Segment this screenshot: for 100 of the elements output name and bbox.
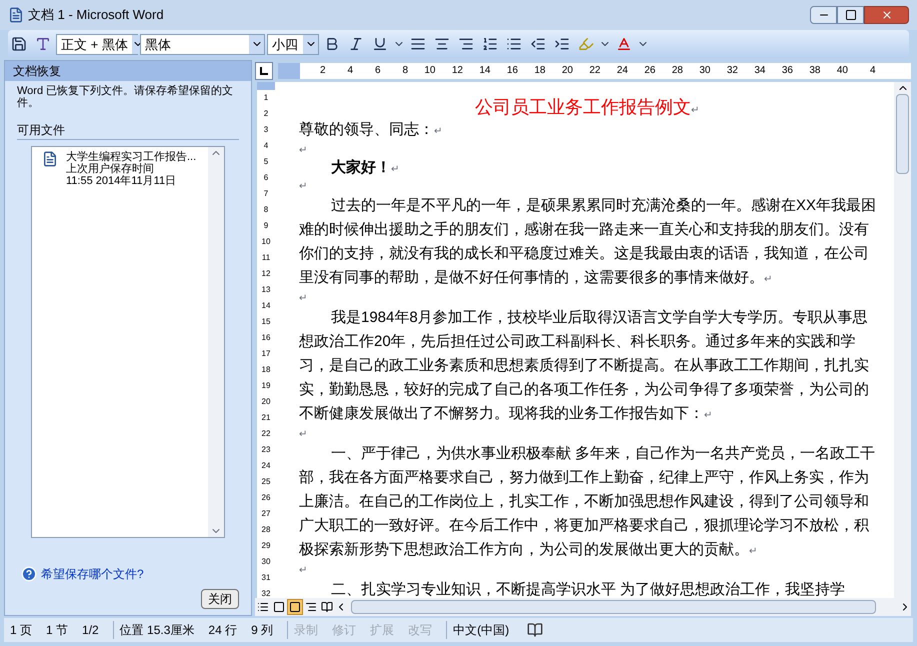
print-view-icon[interactable] — [287, 599, 303, 615]
reading-view-icon[interactable] — [319, 599, 335, 615]
section-heading: 可用文件 — [17, 121, 239, 140]
ruler-number: 11 — [262, 254, 270, 264]
status-field: 修订 — [326, 621, 362, 639]
close-button[interactable] — [864, 6, 909, 24]
vertical-scrollbar[interactable] — [894, 82, 911, 598]
paragraph-mark: ↵ — [299, 145, 307, 156]
ruler-number: 15 — [262, 318, 270, 328]
status-field: 1 节 — [40, 621, 74, 639]
ruler-number: 7 — [264, 190, 268, 200]
style-dropdown[interactable]: 正文 + 黑体 — [56, 34, 138, 54]
status-field: 扩展 — [364, 621, 400, 639]
close-icon — [880, 9, 892, 21]
ruler-number: 23 — [262, 446, 270, 456]
horizontal-scroll-thumb[interactable] — [351, 600, 876, 614]
scroll-thumb[interactable] — [896, 94, 909, 174]
ruler-number: 16 — [506, 66, 519, 76]
ruler-number: 19 — [262, 382, 270, 392]
file-name: 大学生编程实习工作报告... — [66, 151, 196, 163]
status-field: 改写 — [402, 621, 438, 639]
ruler-number: 27 — [262, 510, 270, 520]
ruler-number: 2 — [264, 110, 268, 120]
font-size-dropdown[interactable]: 小四 — [267, 34, 319, 54]
ruler-number: 40 — [836, 66, 849, 76]
ruler-number: 14 — [262, 302, 270, 312]
file-item[interactable]: 大学生编程实习工作报告... 上次用户保存时间 11:55 2014年11月11日 — [42, 151, 208, 187]
ruler-number: 18 — [533, 66, 546, 76]
ruler-number: 26 — [262, 494, 270, 504]
paragraph: 尊敬的领导、同志：↵ — [299, 121, 442, 138]
ruler-number: 3 — [264, 126, 268, 136]
ruler-number: 28 — [670, 66, 684, 76]
maximize-icon — [844, 9, 856, 21]
document-title: 公司员工业务工作报告例文↵ — [475, 97, 699, 117]
help-link[interactable]: 希望保存哪个文件? — [41, 565, 144, 583]
ruler-number: 4 — [868, 66, 876, 76]
ruler-number: 18 — [262, 366, 270, 376]
ruler-number: 36 — [780, 66, 794, 76]
status-field: 位置 15.3厘米 — [112, 621, 200, 639]
close-pane-button[interactable]: 关闭 — [201, 589, 239, 609]
status-field: 中文(中国) — [446, 621, 516, 639]
ruler-number: 4 — [264, 142, 268, 152]
file-detail: 上次用户保存时间 — [66, 163, 155, 175]
ruler-number: 29 — [262, 542, 270, 552]
ruler-number: 21 — [262, 414, 270, 424]
ruler-number: 32 — [262, 590, 270, 598]
status-field: 9 列 — [245, 621, 280, 639]
ruler-number: 2 — [318, 66, 326, 76]
window-title: 文档 1 - Microsoft Word — [28, 6, 164, 24]
ruler-number: 6 — [374, 66, 382, 76]
file-time: 11:55 2014年11月11日 — [66, 175, 178, 187]
help-icon — [21, 566, 37, 582]
ruler-number: 16 — [262, 334, 270, 344]
ruler-number: 10 — [423, 66, 436, 76]
font-dropdown[interactable]: 黑体 — [140, 34, 265, 54]
web-view-icon[interactable] — [271, 599, 287, 615]
status-field: 1 页 — [4, 621, 38, 639]
paragraph-mark: ↵ — [299, 293, 307, 304]
ruler-number: 30 — [262, 558, 270, 568]
ruler-number: 31 — [262, 574, 270, 584]
ruler-number: 17 — [262, 350, 270, 360]
status-field: 1/2 — [76, 621, 105, 639]
ruler-number: 22 — [262, 430, 270, 440]
maximize-button[interactable] — [837, 6, 864, 24]
ruler-number: 34 — [753, 66, 766, 76]
paragraph-mark: ↵ — [299, 565, 307, 576]
ruler-number: 22 — [588, 66, 602, 76]
ruler-number: 8 — [264, 206, 268, 216]
ruler-number: 26 — [643, 66, 656, 76]
ruler-number: 12 — [262, 270, 270, 280]
document-icon — [42, 151, 58, 167]
recovery-message: Word 已恢复下列文件。请保存希望保留的文件。 — [16, 84, 234, 109]
paragraph: 大家好！↵ — [331, 159, 399, 176]
ruler-number: 4 — [346, 66, 354, 76]
paragraph: 二、扎实学习专业知识，不断提高学识水平 为了做好思想政治工作，我坚持学 — [330, 580, 846, 598]
ruler-number: 25 — [262, 478, 270, 488]
paragraph-mark: ↵ — [299, 181, 307, 192]
ruler-number: 24 — [616, 66, 629, 76]
scrollbar[interactable] — [208, 147, 224, 537]
ruler-number: 12 — [450, 66, 464, 76]
ruler-number: 5 — [264, 158, 268, 168]
pane-title: 文档恢复 — [5, 61, 251, 81]
status-field: 24 行 — [202, 621, 244, 639]
ruler-number: 9 — [264, 222, 268, 232]
paragraph-mark: ↵ — [299, 429, 307, 440]
ruler-number: 8 — [401, 66, 409, 76]
ruler-number: 13 — [262, 286, 270, 296]
tab-stop-icon[interactable] — [255, 62, 273, 80]
ruler-number: 10 — [262, 238, 270, 248]
ruler-number: 28 — [262, 526, 270, 536]
paragraph: 我是1984年8月参加工作，技校毕业后取得汉语言文学自学大专学历。专职从事思想政治工作20年，先后担任过公司政工科副科长、科长职务。通过多年来的实践和学习，是自己的政工业务素质和思想素质得到了不断提高。在从事政工工作期间，扎扎实实，勤勤恳恳，较好的完成了自己的各项工作任务，为公司争得了多项荣誉，为公司的不断健康发展做出了不懈努力。现将我的业务工作报告如下：↵ — [299, 308, 870, 424]
ruler-number: 20 — [262, 398, 270, 408]
ruler-number: 24 — [262, 462, 270, 472]
status-field: 录制 — [287, 621, 324, 639]
paragraph: 过去的一年是不平凡的一年，是硕果累累同时充满沧桑的一年。感谢在XX年我最困难的时候伸出援助之手的朋友们，感谢在我一路走来一直关心和支持我的朋友们。没有你们的支持，就没有我的成长和平稳度过难关。这是我最由衷的话语，我知道，在公司里没有同事的帮助，是做不好任何事情的，这需要很多的事情来做好。↵ — [299, 196, 877, 288]
ruler-number: 30 — [698, 66, 712, 76]
ruler-number: 20 — [560, 66, 574, 76]
document-icon — [8, 7, 24, 23]
ruler-number: 14 — [478, 66, 492, 76]
ruler-number: 6 — [264, 174, 268, 184]
